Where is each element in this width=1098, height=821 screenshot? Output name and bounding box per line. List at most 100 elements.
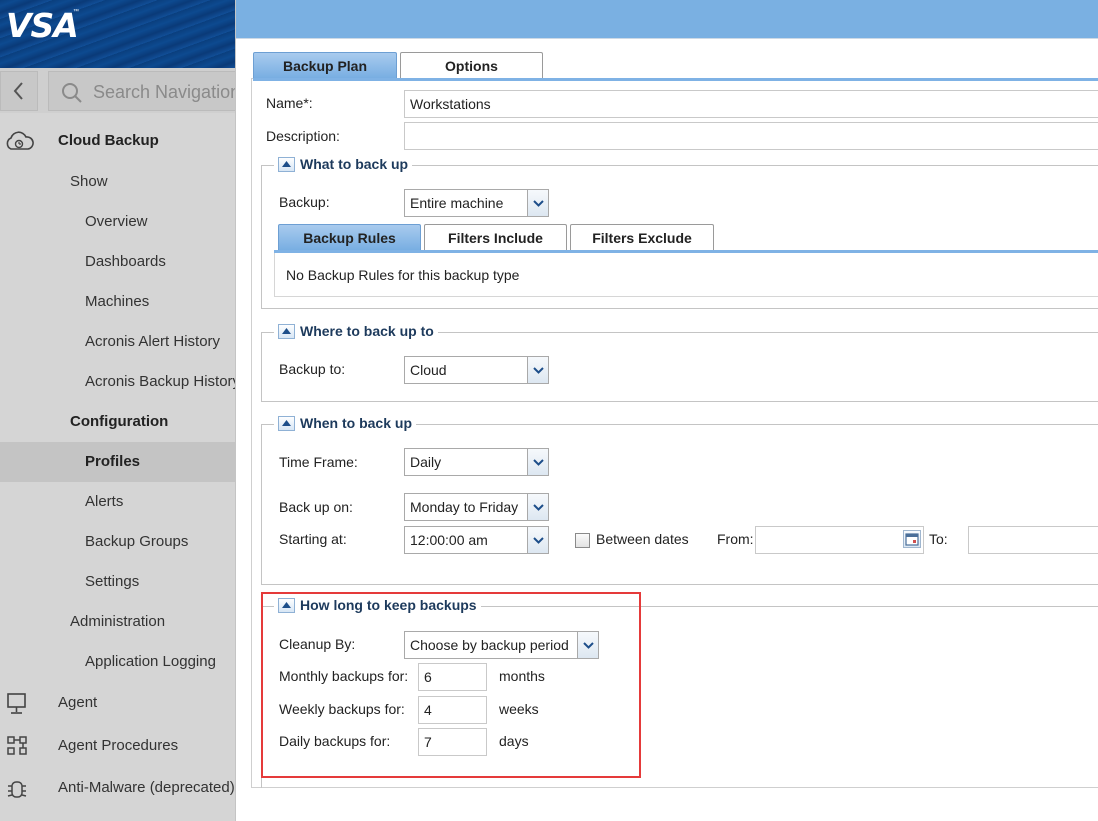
sidebar-item-agent[interactable]: Agent	[0, 683, 235, 723]
search-navigation-input[interactable]: Search Navigation	[48, 71, 236, 111]
backup-to-select[interactable]: Cloud	[404, 356, 549, 384]
sidebar-item-label: Application Logging	[85, 653, 216, 670]
bug-icon	[7, 781, 27, 798]
sidebar-item-settings[interactable]: Settings	[0, 562, 235, 602]
sidebar-item-label: Show	[70, 173, 108, 190]
between-dates-label: Between dates	[596, 531, 689, 547]
chevron-down-icon[interactable]	[527, 527, 548, 553]
sidebar-item-profiles[interactable]: Profiles	[0, 442, 235, 482]
section-title: What to back up	[300, 156, 409, 172]
from-label: From:	[717, 531, 754, 547]
to-label: To:	[929, 531, 948, 547]
select-value: Cloud	[410, 362, 447, 378]
subtab-filters-exclude[interactable]: Filters Exclude	[570, 224, 714, 250]
monitor-icon	[7, 693, 26, 714]
name-label: Name*:	[266, 95, 313, 111]
subtab-backup-rules[interactable]: Backup Rules	[278, 224, 421, 250]
between-dates-checkbox[interactable]	[575, 533, 590, 548]
sidebar-item-machines[interactable]: Machines	[0, 282, 235, 322]
to-date-field[interactable]	[968, 526, 1098, 554]
sidebar-item-application-logging[interactable]: Application Logging	[0, 642, 235, 682]
sidebar-item-show[interactable]: Show	[0, 162, 235, 202]
sidebar-item-anti-malware[interactable]: Anti-Malware (deprecated)	[0, 768, 235, 808]
sidebar-item-label: Overview	[85, 213, 148, 230]
procedures-icon	[7, 736, 27, 755]
calendar-icon[interactable]	[903, 530, 921, 548]
no-rules-text: No Backup Rules for this backup type	[286, 267, 520, 283]
sidebar-item-alerts[interactable]: Alerts	[0, 482, 235, 522]
sidebar-item-label: Administration	[70, 613, 166, 630]
logo-bar: VSA ™	[0, 0, 235, 68]
cloud-backup-icon	[6, 131, 34, 150]
highlight-box	[261, 592, 641, 778]
backup-label: Backup:	[279, 194, 330, 210]
back-up-on-label: Back up on:	[279, 499, 353, 515]
tab-backup-plan[interactable]: Backup Plan	[253, 52, 397, 78]
logo-trademark: ™	[73, 9, 79, 15]
starting-at-label: Starting at:	[279, 531, 347, 547]
sidebar-item-label: Anti-Malware (deprecated)	[58, 779, 235, 796]
sidebar-item-label: Configuration	[70, 413, 169, 430]
description-label: Description:	[266, 128, 340, 144]
chevron-down-icon[interactable]	[527, 449, 548, 475]
sidebar-item-cloud-backup[interactable]: Cloud Backup	[0, 121, 235, 161]
select-value: Entire machine	[410, 195, 504, 211]
chevron-down-icon[interactable]	[527, 357, 548, 383]
sidebar-item-label: Agent Procedures	[58, 737, 179, 754]
sidebar-item-dashboards[interactable]: Dashboards	[0, 242, 235, 282]
sidebar-item-agent-procedures[interactable]: Agent Procedures	[0, 726, 235, 766]
what-to-back-up-legend: What to back up	[274, 156, 413, 172]
sidebar-item-label: Cloud Backup	[58, 132, 159, 149]
backup-type-select[interactable]: Entire machine	[404, 189, 549, 217]
back-up-on-select[interactable]: Monday to Friday	[404, 493, 549, 521]
section-title: Where to back up to	[300, 323, 434, 339]
triangle-up-icon	[282, 161, 291, 167]
select-value: 12:00:00 am	[410, 532, 488, 548]
where-to-back-up-section	[261, 332, 1098, 402]
sidebar-item-acronis-backup-history[interactable]: Acronis Backup History	[0, 362, 236, 402]
sidebar-item-overview[interactable]: Overview	[0, 202, 235, 242]
name-field[interactable]: Workstations	[404, 90, 1098, 118]
description-field[interactable]	[404, 122, 1098, 150]
triangle-up-icon	[282, 420, 291, 426]
sidebar-item-administration[interactable]: Administration	[0, 602, 235, 642]
starting-at-select[interactable]: 12:00:00 am	[404, 526, 549, 554]
search-placeholder: Search Navigation	[93, 82, 236, 102]
select-value: Monday to Friday	[410, 499, 519, 515]
search-icon	[62, 83, 82, 103]
sidebar-item-label: Agent	[58, 694, 98, 711]
from-date-field[interactable]	[755, 526, 924, 554]
chevron-down-icon[interactable]	[527, 494, 548, 520]
select-value: Daily	[410, 454, 442, 470]
collapse-button[interactable]	[278, 323, 295, 339]
tab-options[interactable]: Options	[400, 52, 543, 78]
sidebar-item-label: Acronis Alert History	[85, 333, 221, 350]
sidebar-item-configuration[interactable]: Configuration	[0, 402, 235, 442]
back-button[interactable]	[0, 71, 38, 111]
sidebar-item-label: Profiles	[85, 453, 141, 470]
section-title: When to back up	[300, 415, 412, 431]
chevron-left-icon	[13, 82, 23, 100]
where-to-back-up-legend: Where to back up to	[274, 323, 438, 339]
subtab-filters-include[interactable]: Filters Include	[424, 224, 567, 250]
sidebar-item-label: Machines	[85, 293, 150, 310]
chevron-down-icon[interactable]	[527, 190, 548, 216]
triangle-up-icon	[282, 328, 291, 334]
backup-to-label: Backup to:	[279, 361, 346, 377]
nav-top: Search Navigation	[0, 68, 236, 113]
sidebar-item-label: Alerts	[85, 493, 124, 510]
tab-strip-line	[253, 78, 1098, 81]
collapse-button[interactable]	[278, 156, 295, 172]
time-frame-select[interactable]: Daily	[404, 448, 549, 476]
sidebar-item-label: Dashboards	[85, 253, 166, 270]
sidebar: VSA ™ Search Navigation Cloud Backup Sho…	[0, 0, 236, 821]
sidebar-item-label: Settings	[85, 573, 140, 590]
when-to-back-up-section	[261, 424, 1098, 585]
sidebar-item-label: Acronis Backup History	[85, 373, 236, 390]
collapse-button[interactable]	[278, 415, 295, 431]
sidebar-item-backup-groups[interactable]: Backup Groups	[0, 522, 235, 562]
when-to-back-up-legend: When to back up	[274, 415, 416, 431]
sidebar-item-acronis-alert-history[interactable]: Acronis Alert History	[0, 322, 235, 362]
top-bar	[236, 0, 1098, 38]
vsa-logo: VSA	[6, 6, 79, 45]
